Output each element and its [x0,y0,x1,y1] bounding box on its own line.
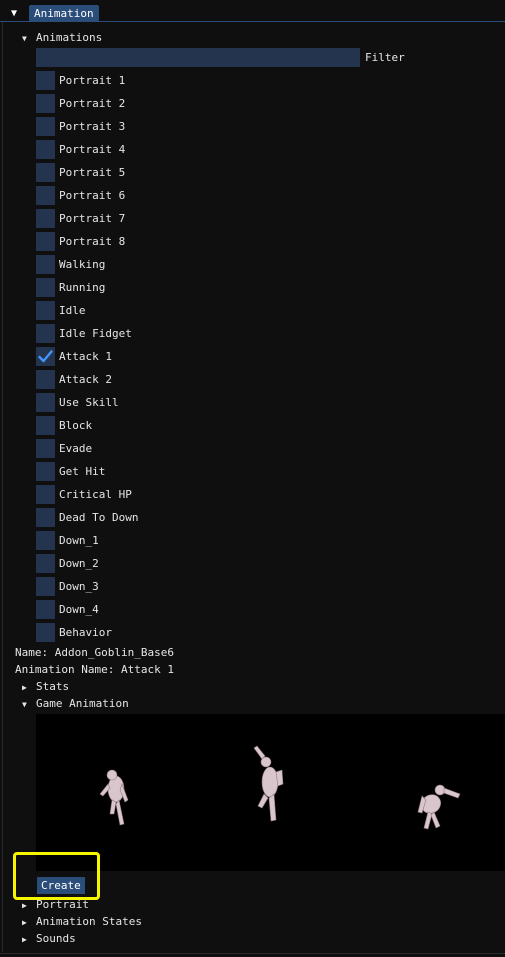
expanded-arrow-icon: ▼ [22,34,27,43]
checkbox-label: Portrait 8 [59,235,126,248]
tree-node-label: Animations [36,31,103,44]
checkbox[interactable] [36,94,55,113]
checkbox-label: Idle [59,304,86,317]
checkbox[interactable] [36,508,55,527]
checkbox-label: Get Hit [59,465,106,478]
checkbox-label: Portrait 5 [59,166,126,179]
tree-node-label: Game Animation [36,697,129,710]
checkbox[interactable] [36,278,55,297]
checkbox-label: Dead To Down [59,511,139,524]
window-title-bar: ▼ Animation [0,5,505,22]
collapse-triangle-icon[interactable]: ▼ [11,9,17,19]
collapsed-arrow-icon: ▶ [22,901,27,910]
checkbox-label: Down_3 [59,580,99,593]
checkbox-label: Down_1 [59,534,99,547]
tree-node-label: Sounds [36,932,76,945]
checkbox-label: Portrait 7 [59,212,126,225]
checkbox[interactable] [36,600,55,619]
tree-node-game-animation[interactable]: ▼ Game Animation [22,697,129,711]
animation-panel: ▼ Animation ▼ Animations Filter Portrait … [0,0,505,957]
checkbox-label: Attack 1 [59,350,112,363]
checkbox[interactable] [36,485,55,504]
checkbox[interactable] [36,71,55,90]
checkbox[interactable] [36,370,55,389]
checkbox-label: Portrait 3 [59,120,126,133]
checkbox[interactable] [36,209,55,228]
checkbox[interactable] [36,416,55,435]
checkbox-label: Use Skill [59,396,119,409]
window-tab-animation[interactable]: Animation [29,5,99,21]
checkbox-label: Idle Fidget [59,327,132,340]
animation-preview-viewport [36,714,505,871]
checkbox[interactable] [36,462,55,481]
checkmark-icon [38,350,53,363]
tree-node-animations[interactable]: ▼ Animations [22,31,102,45]
checkbox-label: Portrait 2 [59,97,126,110]
tree-node-label: Portrait [36,898,89,911]
filter-label: Filter [365,51,405,64]
checkbox-label: Attack 2 [59,373,112,386]
checkbox[interactable] [36,117,55,136]
checkbox-label: Evade [59,442,93,455]
animation-name-text: Animation Name: Attack 1 [15,663,174,676]
checkbox-label: Down_2 [59,557,99,570]
goblin-figure-3 [417,784,461,830]
window-tab-label: Animation [34,7,94,20]
tree-node-label: Stats [36,680,70,693]
tree-node-stats[interactable]: ▶ Stats [22,680,69,694]
tree-node-animation-states[interactable]: ▶ Animation States [22,915,142,929]
checkbox[interactable] [36,140,55,159]
expanded-arrow-icon: ▼ [22,700,27,709]
checkbox[interactable] [36,255,55,274]
filter-input[interactable] [36,48,360,67]
create-button[interactable]: Create [37,877,85,894]
goblin-figure-2 [253,745,284,822]
checkbox[interactable] [36,531,55,550]
frame-border-bottom [0,953,505,954]
tree-node-label: Animation States [36,915,142,928]
checkbox[interactable] [36,232,55,251]
checkbox-label: Block [59,419,93,432]
collapsed-arrow-icon: ▶ [22,918,27,927]
checkbox[interactable] [36,324,55,343]
tab-underline [0,21,505,22]
checkbox[interactable] [36,577,55,596]
goblin-figure-1 [99,769,129,826]
checkbox-label: Down_4 [59,603,99,616]
frame-border-left [2,22,3,952]
checkbox-label: Walking [59,258,106,271]
checkbox[interactable] [36,554,55,573]
tree-node-sounds[interactable]: ▶ Sounds [22,932,76,946]
checkbox-label: Behavior [59,626,112,639]
checkbox-label: Portrait 1 [59,74,126,87]
checkbox[interactable] [36,439,55,458]
tree-node-portrait[interactable]: ▶ Portrait [22,898,89,912]
checkbox[interactable] [36,347,55,366]
checkbox[interactable] [36,301,55,320]
goblin-preview-figures [99,745,461,830]
checkbox[interactable] [36,163,55,182]
checkbox-label: Running [59,281,106,294]
checkbox-label: Portrait 6 [59,189,126,202]
checkbox[interactable] [36,393,55,412]
collapsed-arrow-icon: ▶ [22,683,27,692]
checkbox[interactable] [36,186,55,205]
collapsed-arrow-icon: ▶ [22,935,27,944]
checkbox-label: Critical HP [59,488,132,501]
name-text: Name: Addon_Goblin_Base6 [15,646,174,659]
checkbox[interactable] [36,623,55,642]
checkbox-label: Portrait 4 [59,143,126,156]
